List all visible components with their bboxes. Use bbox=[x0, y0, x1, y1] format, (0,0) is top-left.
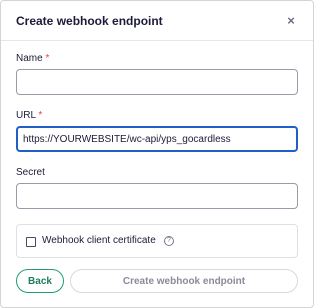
secret-input[interactable] bbox=[16, 183, 298, 209]
name-input[interactable] bbox=[16, 69, 298, 95]
help-circle-icon[interactable]: ? bbox=[164, 236, 174, 246]
name-required-mark: * bbox=[45, 53, 50, 64]
url-required-mark: * bbox=[38, 110, 43, 121]
secret-label: Secret bbox=[16, 167, 45, 178]
url-input[interactable]: https://YOURWEBSITE/wc-api/yps_gocardles… bbox=[16, 126, 298, 152]
close-icon[interactable]: × bbox=[283, 11, 299, 29]
dialog-title: Create webhook endpoint bbox=[16, 14, 163, 28]
name-label: Name * bbox=[16, 53, 49, 64]
dialog-header: Create webhook endpoint × bbox=[1, 1, 313, 41]
url-label-text: URL bbox=[16, 110, 36, 121]
certificate-section: Webhook client certificate ? bbox=[16, 224, 298, 258]
certificate-label[interactable]: Webhook client certificate bbox=[42, 235, 156, 246]
back-button[interactable]: Back bbox=[16, 269, 64, 293]
create-webhook-endpoint-button[interactable]: Create webhook endpoint bbox=[70, 269, 298, 293]
create-webhook-dialog: Create webhook endpoint × Name * URL * h… bbox=[0, 0, 314, 308]
url-label: URL * bbox=[16, 110, 42, 121]
name-label-text: Name bbox=[16, 53, 43, 64]
certificate-checkbox[interactable] bbox=[26, 237, 36, 247]
